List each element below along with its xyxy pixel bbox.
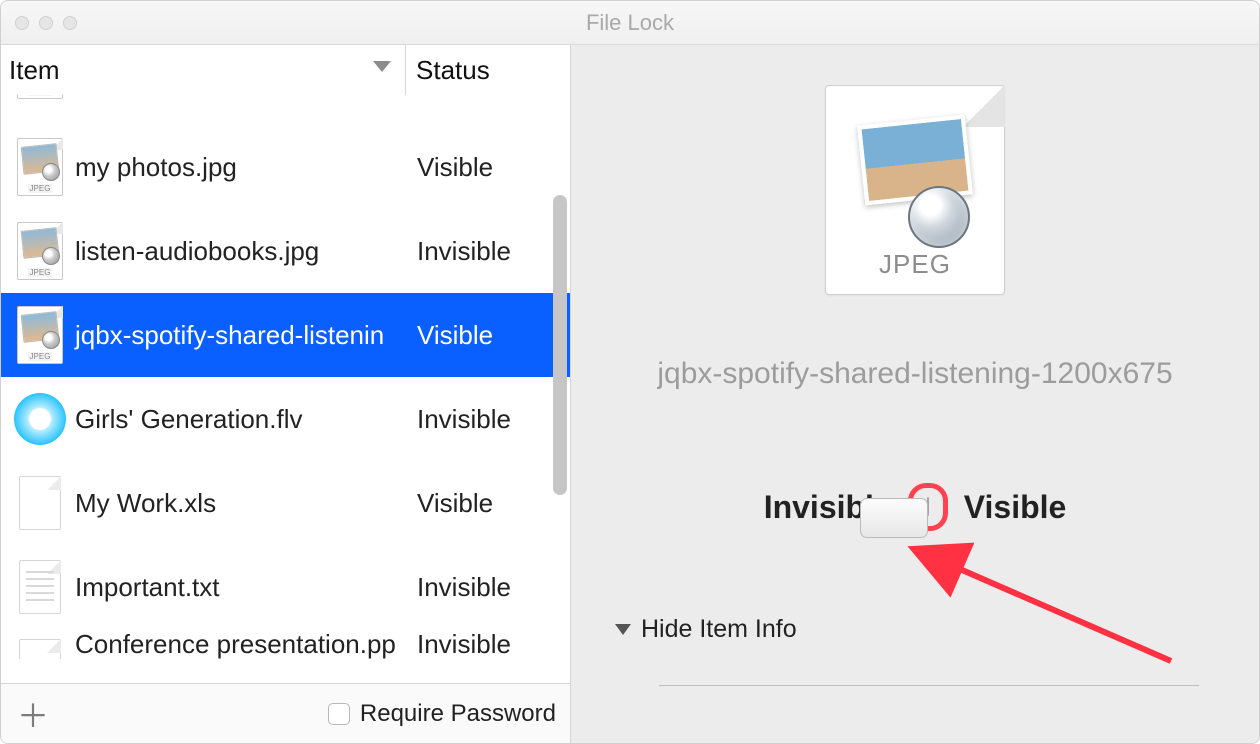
row-icon: [11, 560, 69, 614]
table-row[interactable]: Important.txtInvisible: [1, 545, 570, 629]
list-footer: ＋ Require Password: [1, 683, 570, 743]
text-file-icon: [19, 560, 61, 614]
row-status: Visible: [407, 320, 570, 351]
row-file-name: jqbx-spotify-shared-listenin: [69, 320, 407, 351]
file-list: JPEGJPEGmy photos.jpgVisibleJPEGlisten-a…: [1, 95, 570, 683]
row-icon: [11, 639, 69, 659]
row-status: Visible: [407, 152, 570, 183]
sort-chevron-icon[interactable]: [373, 61, 391, 72]
add-button[interactable]: ＋: [15, 691, 51, 737]
window-body: Item Status JPEGJPEGmy photos.jpgVisible…: [1, 45, 1259, 743]
row-file-name: Conference presentation.pp: [69, 629, 407, 659]
hide-item-info-label: Hide Item Info: [641, 615, 797, 644]
traffic-lights: [15, 16, 77, 30]
row-status: Invisible: [407, 572, 570, 603]
file-preview-icon: JPEG: [825, 85, 1005, 295]
visibility-toggle[interactable]: [927, 497, 929, 516]
column-header-status[interactable]: Status: [406, 55, 570, 86]
row-status: Invisible: [407, 629, 570, 659]
table-row[interactable]: JPEGjqbx-spotify-shared-listeninVisible: [1, 293, 570, 377]
disclosure-triangle-icon: [615, 624, 631, 635]
close-icon[interactable]: [15, 16, 29, 30]
require-password-checkbox[interactable]: Require Password: [328, 700, 556, 728]
app-window: File Lock Item Status JPEGJPEGmy photos.…: [0, 0, 1260, 744]
annotation-highlight: [908, 483, 948, 531]
table-row[interactable]: JPEGlisten-audiobooks.jpgInvisible: [1, 209, 570, 293]
jpeg-file-icon: JPEG: [17, 95, 63, 99]
minimize-icon[interactable]: [39, 16, 53, 30]
table-row[interactable]: My Work.xlsVisible: [1, 461, 570, 545]
table-row[interactable]: Conference presentation.ppInvisible: [1, 629, 570, 659]
document-file-icon: [19, 476, 61, 530]
jpeg-file-icon: JPEG: [17, 306, 63, 364]
row-status: Invisible: [407, 236, 570, 267]
row-file-name: listen-audiobooks.jpg: [69, 236, 407, 267]
jpeg-file-icon: JPEG: [17, 138, 63, 196]
row-icon: JPEG: [11, 138, 69, 196]
column-header-status-label: Status: [416, 55, 490, 85]
row-file-name: my photos.jpg: [69, 152, 407, 183]
row-icon: JPEG: [11, 306, 69, 364]
scrollbar-thumb[interactable]: [553, 195, 567, 495]
row-icon: JPEG: [11, 95, 69, 99]
detail-pane: JPEG jqbx-spotify-shared-listening-1200x…: [571, 45, 1259, 743]
annotation-arrow-icon: [871, 541, 1231, 701]
visibility-toggle-group: Invisible Visible: [764, 483, 1067, 531]
row-icon: [11, 393, 69, 445]
hide-item-info-toggle[interactable]: Hide Item Info: [615, 615, 797, 644]
jpeg-file-icon: JPEG: [17, 222, 63, 280]
table-row[interactable]: JPEG: [1, 95, 570, 125]
column-header-item-label: Item: [9, 55, 60, 86]
document-file-icon: [19, 639, 61, 659]
zoom-icon[interactable]: [63, 16, 77, 30]
table-row[interactable]: Girls' Generation.flvInvisible: [1, 377, 570, 461]
titlebar[interactable]: File Lock: [1, 1, 1259, 45]
checkbox-icon: [328, 703, 350, 725]
file-type-label: JPEG: [879, 249, 951, 280]
row-status: Invisible: [407, 404, 570, 435]
window-title: File Lock: [1, 10, 1259, 36]
require-password-label: Require Password: [360, 700, 556, 728]
row-file-name: My Work.xls: [69, 488, 407, 519]
detail-file-name: jqbx-spotify-shared-listening-1200x675: [657, 357, 1172, 391]
row-icon: [11, 476, 69, 530]
divider: [659, 685, 1199, 686]
column-header-item[interactable]: Item: [1, 45, 406, 95]
table-row[interactable]: JPEGmy photos.jpgVisible: [1, 125, 570, 209]
file-list-pane: Item Status JPEGJPEGmy photos.jpgVisible…: [1, 45, 571, 743]
row-file-name: Girls' Generation.flv: [69, 404, 407, 435]
loupe-icon: [908, 186, 970, 248]
table-header: Item Status: [1, 45, 570, 95]
row-status: Visible: [407, 488, 570, 519]
row-file-name: Important.txt: [69, 572, 407, 603]
visible-label: Visible: [964, 489, 1067, 526]
row-icon: JPEG: [11, 222, 69, 280]
toggle-knob-icon: [860, 498, 928, 538]
video-file-icon: [14, 393, 66, 445]
